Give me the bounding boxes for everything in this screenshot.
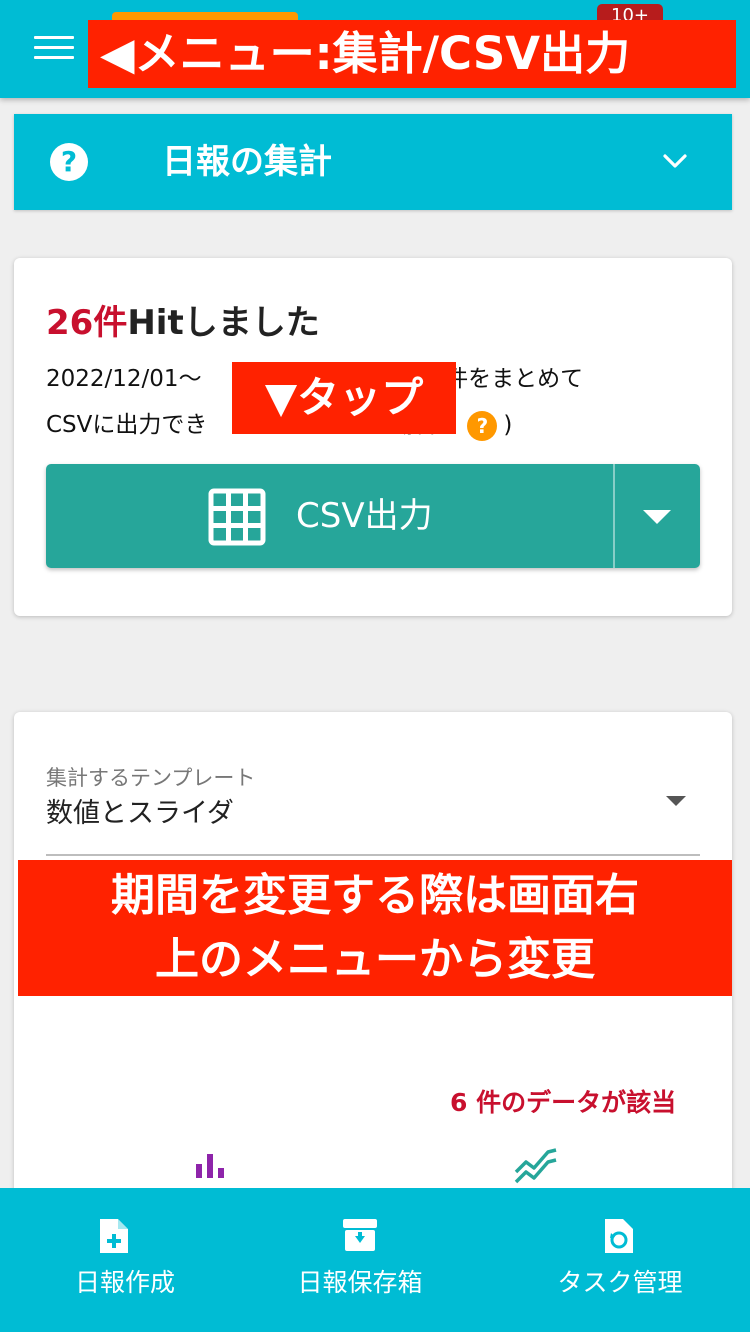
nav-item-task-management[interactable]: タスク管理 bbox=[495, 1188, 745, 1332]
archive-box-icon bbox=[343, 1219, 377, 1251]
annotation-period-hint: 期間を変更する際は画面右 上のメニューから変更 bbox=[18, 860, 732, 996]
nav-item-create-report[interactable]: 日報作成 bbox=[0, 1188, 250, 1332]
hit-suffix: Hitしました bbox=[127, 303, 320, 343]
csv-export-label: CSV出力 bbox=[296, 496, 433, 536]
csv-export-button[interactable]: CSV出力 bbox=[46, 464, 613, 568]
panel-title: 日報の集計 bbox=[162, 142, 332, 182]
file-refresh-icon bbox=[605, 1219, 633, 1253]
hamburger-menu-icon[interactable] bbox=[34, 36, 74, 64]
template-select-label: 集計するテンプレート bbox=[46, 766, 256, 790]
report-summary-panel-header[interactable]: ? 日報の集計 bbox=[14, 114, 732, 210]
bottom-navigation: 日報作成 日報保存箱 タスク管理 bbox=[0, 1188, 750, 1332]
select-caret-down-icon[interactable] bbox=[666, 796, 686, 806]
hit-result: 26件Hitしました bbox=[46, 300, 320, 346]
file-plus-icon bbox=[100, 1219, 128, 1253]
annotation-menu-hint: ◀メニュー:集計/CSV出力 bbox=[88, 20, 736, 88]
csv-export-dropdown-button[interactable] bbox=[615, 464, 700, 568]
nav-item-report-archive[interactable]: 日報保存箱 bbox=[235, 1188, 485, 1332]
csv-export-button-group: CSV出力 bbox=[46, 464, 700, 568]
template-select[interactable]: 数値とスライダ bbox=[46, 796, 234, 832]
nav-item-label: 日報保存箱 bbox=[297, 1268, 423, 1297]
annotation-period-line-1: 期間を変更する際は画面右 bbox=[111, 870, 639, 921]
line-chart-icon[interactable] bbox=[514, 1148, 558, 1184]
annotation-tap-hint: ▼タップ bbox=[232, 362, 456, 434]
select-underline bbox=[46, 854, 700, 856]
caret-down-icon bbox=[643, 510, 671, 524]
summary-card: 26件Hitしました 2022/12/01〜 ータ26件をまとめて CSVに出力… bbox=[14, 258, 732, 616]
nav-item-label: 日報作成 bbox=[74, 1268, 175, 1297]
help-question-icon[interactable]: ? bbox=[467, 410, 498, 441]
question-circle-icon[interactable]: ? bbox=[50, 143, 88, 181]
description-close-paren: ) bbox=[503, 412, 513, 438]
hit-count: 26件 bbox=[46, 303, 128, 343]
annotation-period-line-2: 上のメニューから変更 bbox=[155, 934, 595, 985]
bar-chart-icon[interactable] bbox=[194, 1152, 226, 1180]
table-grid-icon bbox=[208, 488, 266, 546]
app-bar: 10+ ◀メニュー:集計/CSV出力 bbox=[0, 0, 750, 98]
nav-item-label: タスク管理 bbox=[557, 1268, 683, 1297]
chevron-down-icon[interactable] bbox=[662, 152, 688, 170]
matching-data-count: 6 件のデータが該当 bbox=[450, 1088, 677, 1117]
